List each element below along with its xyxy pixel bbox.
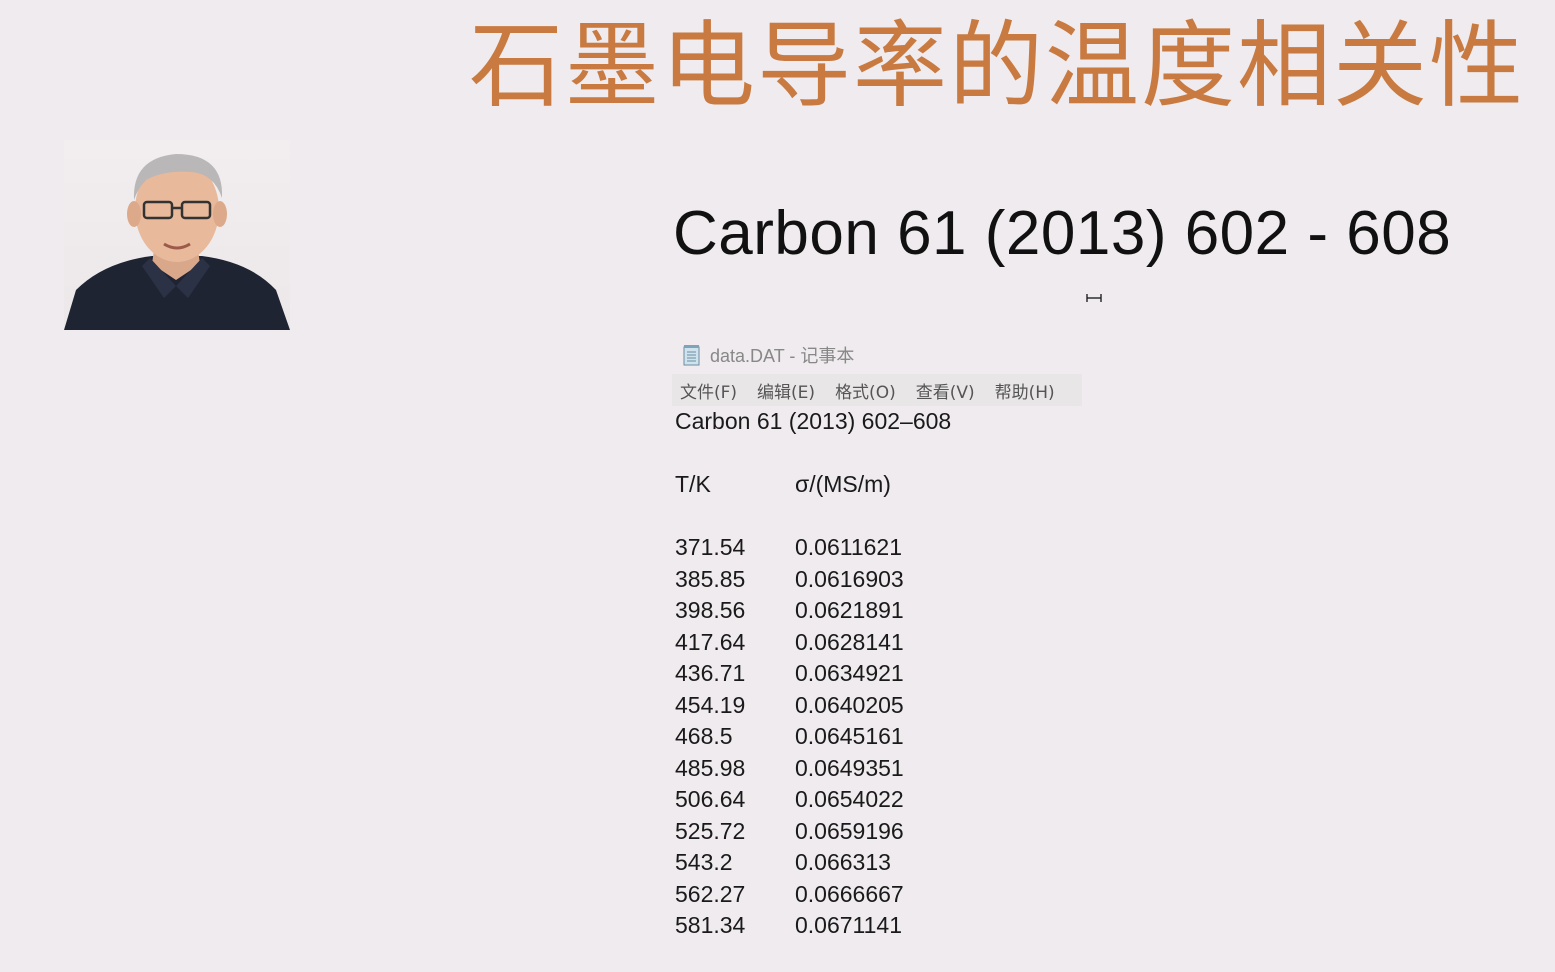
temperature-value: 436.71	[675, 660, 746, 686]
conductivity-value: 0.0666667	[795, 880, 904, 907]
data-row: 485.98 0.0649351	[675, 753, 1082, 785]
temperature-value: 398.56	[675, 597, 746, 623]
data-row: 417.64 0.0628141	[675, 627, 1082, 659]
column-header-row: T/K σ/(MS/m)	[675, 469, 1082, 501]
conductivity-value: 0.0628141	[795, 628, 904, 655]
temperature-value: 506.64	[675, 786, 746, 812]
temperature-value: 371.54	[675, 534, 746, 560]
data-row: 385.85 0.0616903	[675, 564, 1082, 596]
data-rows: 371.54 0.0611621 385.85 0.0616903 398.56 0.06…	[675, 532, 1082, 942]
data-row: 581.34 0.0671141	[675, 910, 1082, 942]
temperature-value: 525.72	[675, 817, 746, 844]
notepad-menubar: 文件(F) 编辑(E) 格式(O) 查看(V) 帮助(H)	[672, 374, 1082, 406]
conductivity-value: 0.0654022	[795, 786, 904, 812]
slide-title: 石墨电导率的温度相关性	[468, 12, 1525, 121]
citation-text: Carbon 61 (2013) 602 - 608	[673, 199, 1452, 268]
temperature-value: 417.64	[675, 628, 746, 655]
conductivity-value: 0.0671141	[795, 912, 903, 938]
data-row: 371.54 0.0611621	[675, 532, 1082, 564]
menu-view[interactable]: 查看(V)	[916, 378, 975, 403]
notepad-icon	[683, 345, 700, 366]
menu-edit[interactable]: 编辑(E)	[757, 378, 815, 403]
data-row: 436.71 0.0634921	[675, 658, 1082, 690]
col-header-conductivity: σ/(MS/m)	[795, 471, 891, 497]
temperature-value: 454.19	[675, 691, 746, 718]
col-header-temperature: T/K	[675, 471, 711, 497]
data-row: 543.2 0.066313	[675, 847, 1082, 879]
data-row: 506.64 0.0654022	[675, 784, 1082, 816]
conductivity-value: 0.066313	[795, 849, 891, 875]
notepad-window[interactable]: data.DAT - 记事本 文件(F) 编辑(E) 格式(O) 查看(V) 帮…	[672, 336, 1082, 956]
data-row: 398.56 0.0621891	[675, 595, 1082, 627]
temperature-value: 385.85	[675, 565, 746, 592]
resize-cursor-icon	[1086, 294, 1102, 302]
notepad-text-area[interactable]: Carbon 61 (2013) 602–608 T/K σ/(MS/m) 371…	[672, 406, 1082, 942]
conductivity-value: 0.0649351	[795, 754, 904, 781]
presenter-image	[64, 154, 290, 330]
notepad-titlebar[interactable]: data.DAT - 记事本	[672, 336, 1082, 374]
conductivity-value: 0.0621891	[795, 597, 904, 623]
conductivity-value: 0.0659196	[795, 817, 904, 844]
temperature-value: 543.2	[675, 849, 733, 875]
data-row: 454.19 0.0640205	[675, 690, 1082, 722]
temperature-value: 581.34	[675, 912, 746, 938]
conductivity-value: 0.0640205	[795, 691, 904, 718]
menu-help[interactable]: 帮助(H)	[995, 378, 1055, 403]
menu-format[interactable]: 格式(O)	[835, 378, 896, 403]
conductivity-value: 0.0611621	[795, 534, 903, 560]
notepad-window-title: data.DAT - 记事本	[710, 346, 855, 366]
menu-file[interactable]: 文件(F)	[680, 378, 737, 403]
temperature-value: 485.98	[675, 754, 746, 781]
data-row: 525.72 0.0659196	[675, 816, 1082, 848]
conductivity-value: 0.0634921	[795, 660, 904, 686]
data-row: 562.27 0.0666667	[675, 879, 1082, 911]
content-header-line: Carbon 61 (2013) 602–608	[675, 408, 952, 434]
data-row: 468.5 0.0645161	[675, 721, 1082, 753]
conductivity-value: 0.0645161	[795, 723, 904, 749]
conductivity-value: 0.0616903	[795, 565, 904, 592]
temperature-value: 468.5	[675, 723, 733, 749]
temperature-value: 562.27	[675, 880, 746, 907]
presenter-webcam	[64, 140, 290, 330]
